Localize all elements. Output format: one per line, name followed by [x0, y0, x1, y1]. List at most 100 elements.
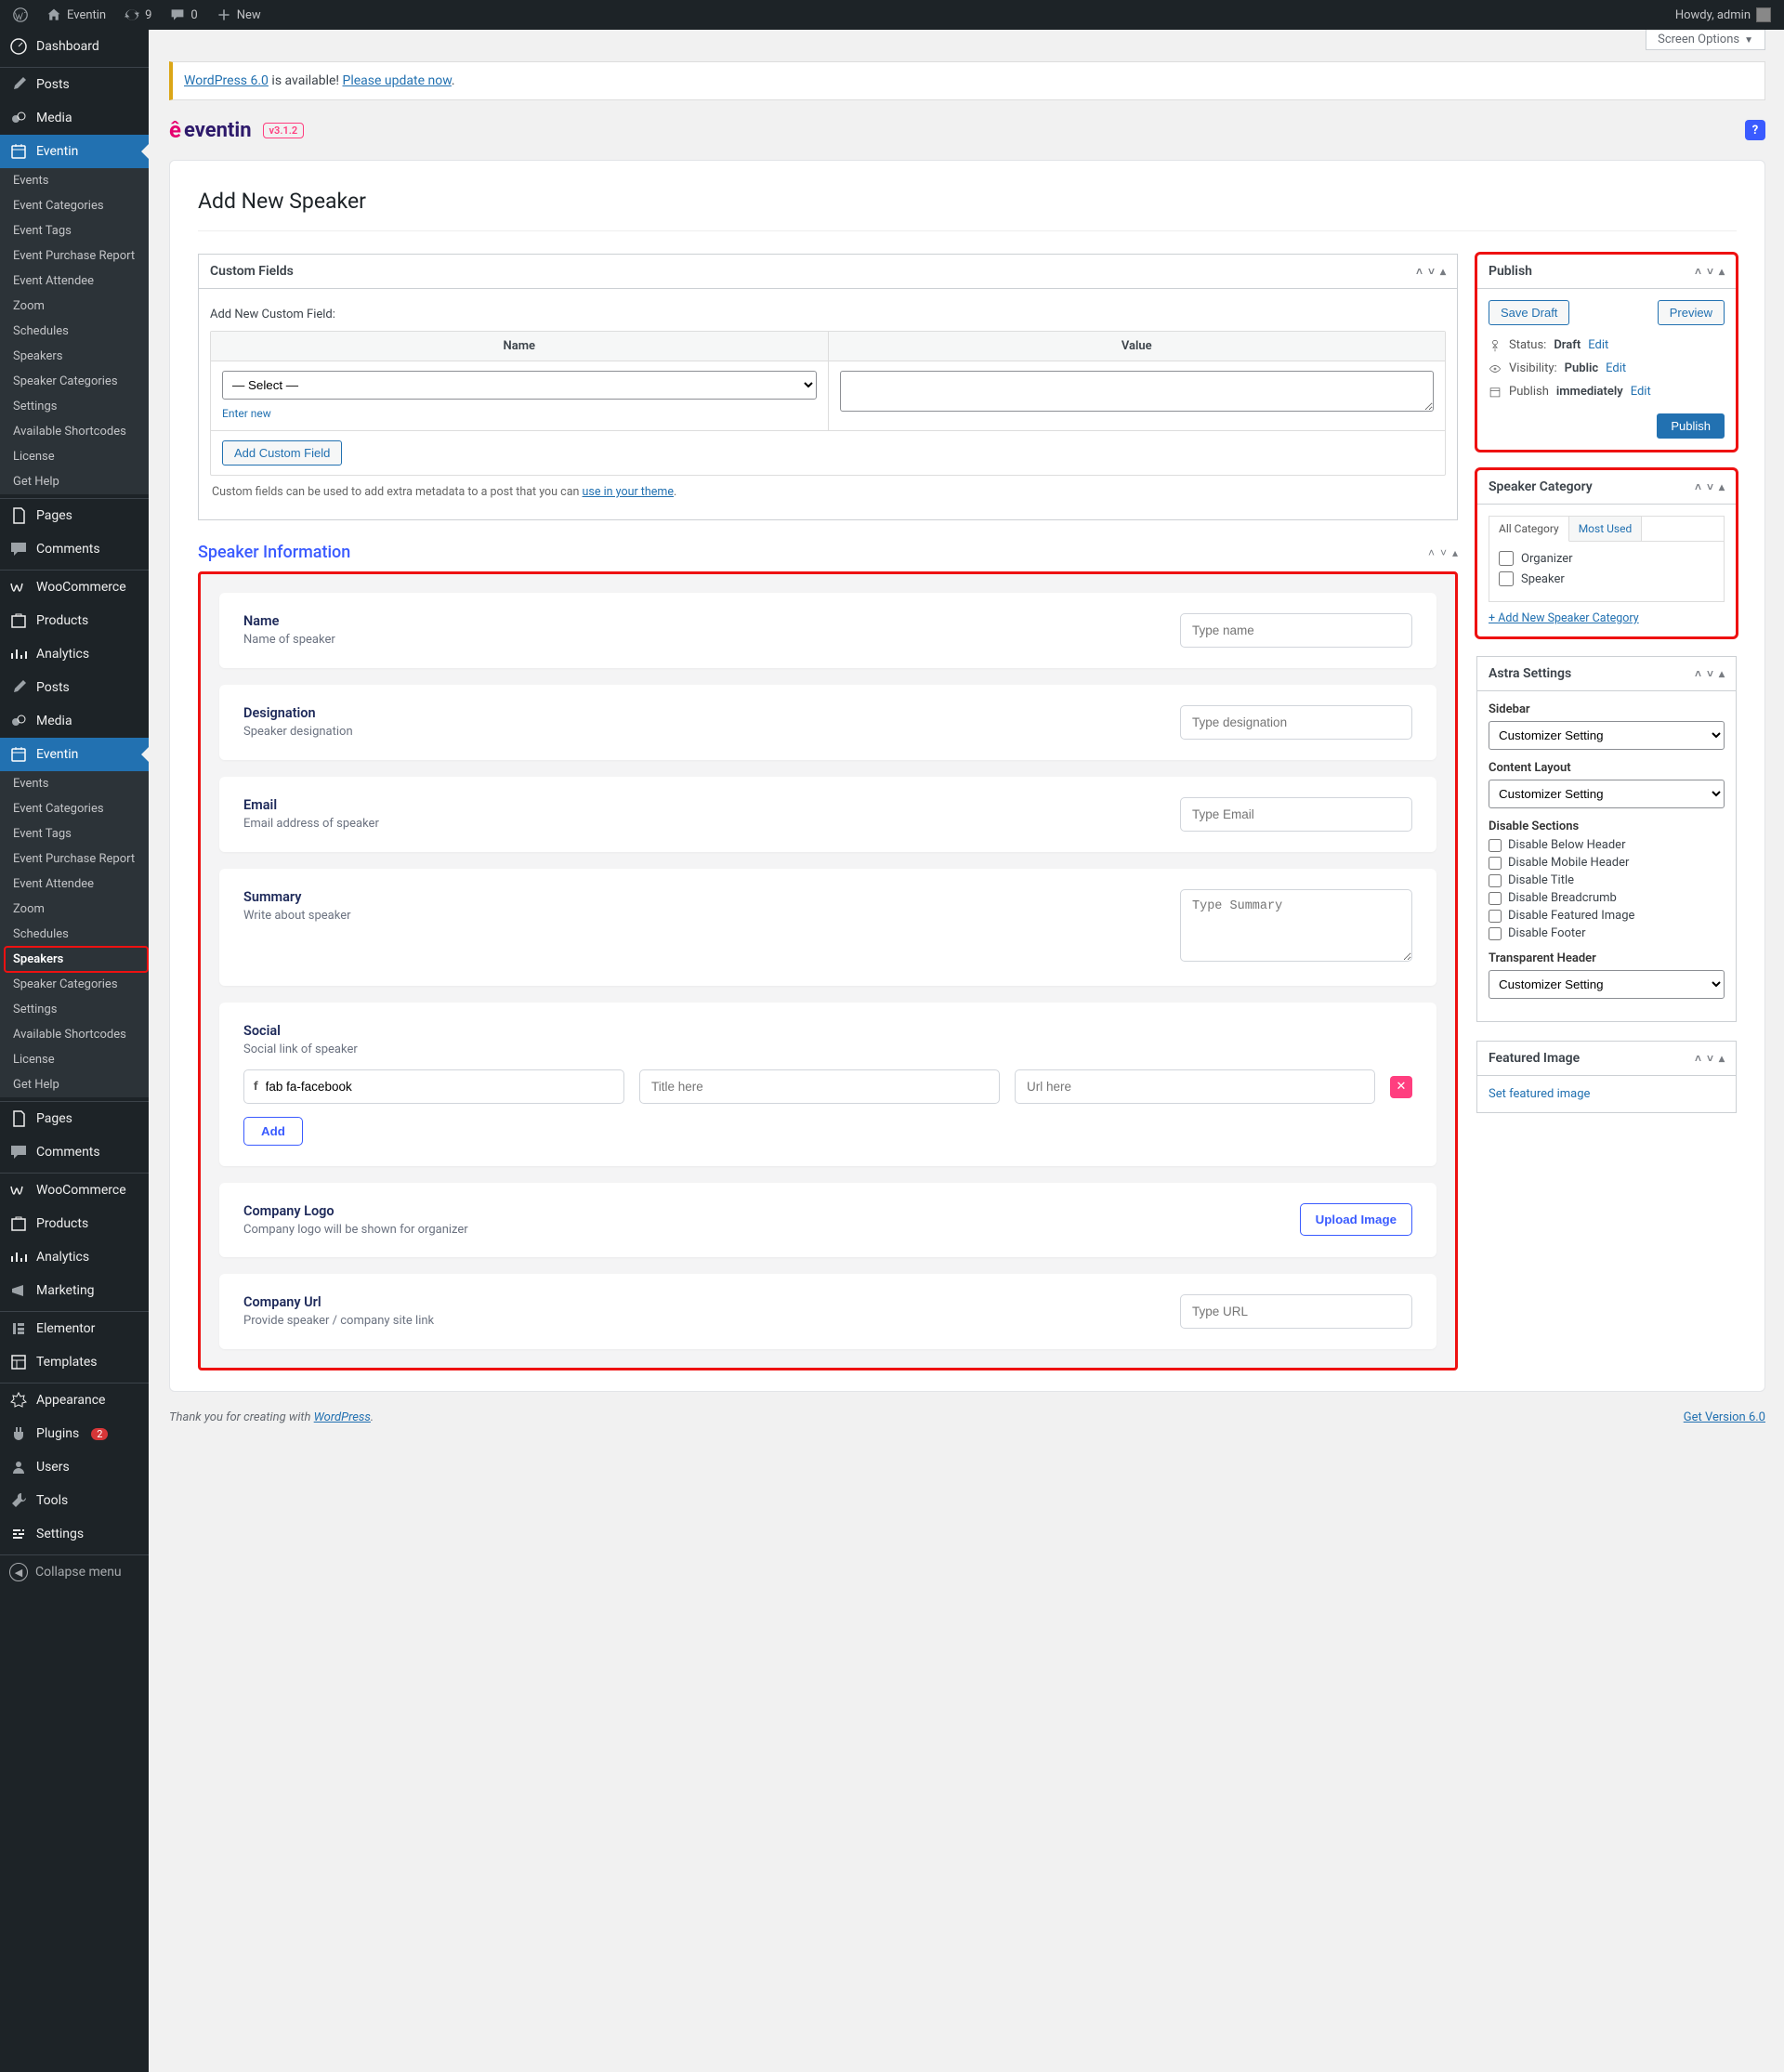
- disable-footer[interactable]: Disable Footer: [1489, 926, 1725, 940]
- chevron-down-icon[interactable]: ˅: [1440, 546, 1447, 559]
- caret-up-icon[interactable]: ▴: [1719, 1052, 1725, 1065]
- publish-header[interactable]: Publish˄˅▴: [1477, 255, 1736, 289]
- sub2-speaker-categories[interactable]: Speaker Categories: [0, 972, 149, 997]
- sub2-event-attendee[interactable]: Event Attendee: [0, 872, 149, 897]
- speaker-info-header[interactable]: Speaker Information ˄ ˅ ▴: [198, 539, 1458, 571]
- menu-eventin-2[interactable]: Eventin: [0, 738, 149, 771]
- screen-options-toggle[interactable]: Screen Options▼: [1646, 30, 1765, 50]
- sub-speakers[interactable]: Speakers: [0, 344, 149, 369]
- menu-comments[interactable]: Comments: [0, 532, 149, 566]
- astra-content-select[interactable]: Customizer Setting: [1489, 780, 1725, 808]
- updates[interactable]: 9: [119, 7, 157, 22]
- chevron-up-icon[interactable]: ˄: [1416, 265, 1423, 278]
- cf-name-select[interactable]: — Select —: [222, 371, 817, 400]
- save-draft-button[interactable]: Save Draft: [1489, 300, 1569, 325]
- sub2-help[interactable]: Get Help: [0, 1072, 149, 1097]
- tab-all-category[interactable]: All Category: [1489, 517, 1569, 542]
- menu-templates[interactable]: Templates: [0, 1345, 149, 1379]
- edit-visibility[interactable]: Edit: [1606, 361, 1626, 375]
- sub2-events[interactable]: Events: [0, 771, 149, 796]
- sub2-event-categories[interactable]: Event Categories: [0, 796, 149, 821]
- menu-plugins[interactable]: Plugins2: [0, 1417, 149, 1450]
- menu-analytics[interactable]: Analytics: [0, 637, 149, 671]
- menu-products[interactable]: Products: [0, 604, 149, 637]
- menu-posts[interactable]: Posts: [0, 68, 149, 101]
- menu-appearance[interactable]: Appearance: [0, 1384, 149, 1417]
- sub-shortcodes[interactable]: Available Shortcodes: [0, 419, 149, 444]
- sub-purchase-report[interactable]: Event Purchase Report: [0, 243, 149, 269]
- disable-title[interactable]: Disable Title: [1489, 873, 1725, 887]
- astra-header[interactable]: Astra Settings˄˅▴: [1477, 657, 1736, 691]
- featured-header[interactable]: Featured Image˄˅▴: [1477, 1042, 1736, 1076]
- chevron-down-icon[interactable]: ˅: [1707, 1052, 1713, 1065]
- menu-dashboard[interactable]: Dashboard: [0, 30, 149, 63]
- chevron-down-icon[interactable]: ˅: [1707, 265, 1713, 278]
- caret-up-icon[interactable]: ▴: [1452, 546, 1458, 559]
- social-title-input[interactable]: [639, 1069, 1000, 1104]
- sub2-license[interactable]: License: [0, 1047, 149, 1072]
- chevron-up-icon[interactable]: ˄: [1695, 667, 1701, 680]
- cat-speaker-checkbox[interactable]: [1499, 571, 1514, 586]
- cf-value-input[interactable]: [840, 371, 1435, 412]
- caret-up-icon[interactable]: ▴: [1719, 480, 1725, 493]
- astra-sidebar-select[interactable]: Customizer Setting: [1489, 721, 1725, 750]
- custom-fields-header[interactable]: Custom Fields ˄ ˅ ▴: [199, 255, 1457, 289]
- site-name[interactable]: Eventin: [41, 7, 112, 22]
- add-speaker-category[interactable]: + Add New Speaker Category: [1489, 611, 1639, 625]
- chevron-up-icon[interactable]: ˄: [1695, 1052, 1701, 1065]
- menu-media-2[interactable]: Media: [0, 704, 149, 738]
- edit-status[interactable]: Edit: [1588, 338, 1608, 352]
- social-icon-input[interactable]: [266, 1070, 614, 1103]
- chevron-down-icon[interactable]: ˅: [1707, 480, 1713, 493]
- preview-button[interactable]: Preview: [1658, 300, 1725, 325]
- menu-woocommerce[interactable]: WooCommerce: [0, 570, 149, 604]
- sub2-zoom[interactable]: Zoom: [0, 897, 149, 922]
- social-url-input[interactable]: [1015, 1069, 1375, 1104]
- disable-below-header[interactable]: Disable Below Header: [1489, 838, 1725, 852]
- sub-events[interactable]: Events: [0, 168, 149, 193]
- menu-settings[interactable]: Settings: [0, 1517, 149, 1551]
- designation-input[interactable]: [1180, 705, 1412, 740]
- sub2-event-tags[interactable]: Event Tags: [0, 821, 149, 846]
- sub-speaker-categories[interactable]: Speaker Categories: [0, 369, 149, 394]
- disable-mobile-header[interactable]: Disable Mobile Header: [1489, 856, 1725, 870]
- menu-eventin[interactable]: Eventin: [0, 135, 149, 168]
- chevron-up-icon[interactable]: ˄: [1428, 546, 1435, 559]
- menu-comments-2[interactable]: Comments: [0, 1135, 149, 1169]
- caret-up-icon[interactable]: ▴: [1719, 667, 1725, 680]
- remove-social-button[interactable]: ✕: [1390, 1076, 1412, 1098]
- help-button[interactable]: ?: [1745, 120, 1765, 140]
- menu-media[interactable]: Media: [0, 101, 149, 135]
- caret-up-icon[interactable]: ▴: [1440, 265, 1446, 278]
- menu-marketing[interactable]: Marketing: [0, 1274, 149, 1307]
- menu-products-2[interactable]: Products: [0, 1207, 149, 1240]
- menu-posts-2[interactable]: Posts: [0, 671, 149, 704]
- wp-logo[interactable]: [7, 7, 33, 22]
- update-now-link[interactable]: Please update now: [343, 73, 452, 88]
- sub2-speakers[interactable]: Speakers: [0, 947, 149, 972]
- menu-elementor[interactable]: Elementor: [0, 1312, 149, 1345]
- menu-pages[interactable]: Pages: [0, 499, 149, 532]
- set-featured-image[interactable]: Set featured image: [1489, 1087, 1590, 1101]
- my-account[interactable]: Howdy, admin: [1670, 7, 1777, 22]
- sub2-settings[interactable]: Settings: [0, 997, 149, 1022]
- collapse-menu[interactable]: ◀Collapse menu: [0, 1555, 149, 1589]
- wp-version-link[interactable]: WordPress 6.0: [184, 73, 269, 88]
- company-url-input[interactable]: [1180, 1294, 1412, 1329]
- menu-users[interactable]: Users: [0, 1450, 149, 1484]
- email-input[interactable]: [1180, 797, 1412, 832]
- add-social-button[interactable]: Add: [243, 1117, 303, 1146]
- sub2-purchase-report[interactable]: Event Purchase Report: [0, 846, 149, 872]
- comments-bubble[interactable]: 0: [164, 7, 203, 22]
- cat-speaker[interactable]: Speaker: [1499, 571, 1714, 586]
- chevron-down-icon[interactable]: ˅: [1707, 667, 1713, 680]
- sub-event-tags[interactable]: Event Tags: [0, 218, 149, 243]
- sub2-shortcodes[interactable]: Available Shortcodes: [0, 1022, 149, 1047]
- category-header[interactable]: Speaker Category˄˅▴: [1477, 470, 1736, 505]
- new-content[interactable]: New: [211, 7, 267, 22]
- publish-button[interactable]: Publish: [1657, 413, 1725, 439]
- cat-organizer-checkbox[interactable]: [1499, 551, 1514, 566]
- cf-theme-link[interactable]: use in your theme: [583, 485, 675, 499]
- name-input[interactable]: [1180, 613, 1412, 648]
- caret-up-icon[interactable]: ▴: [1719, 265, 1725, 278]
